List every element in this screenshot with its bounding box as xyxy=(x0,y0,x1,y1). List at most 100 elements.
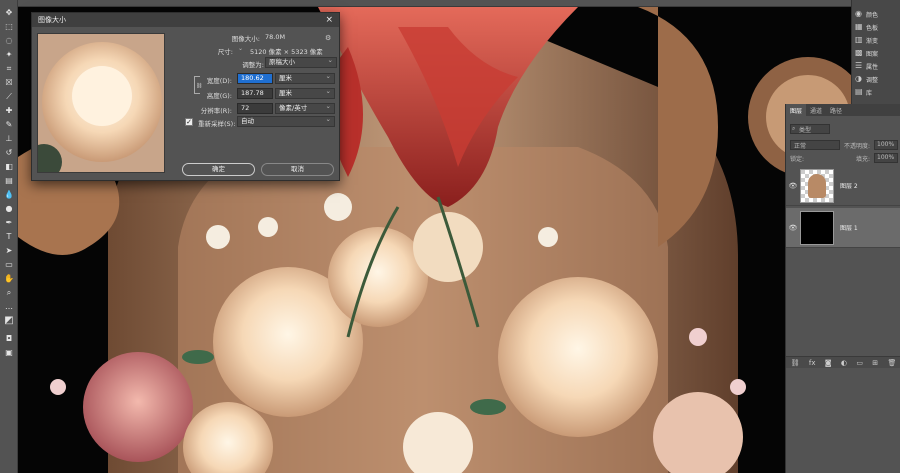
healing-brush-tool-icon[interactable]: ✚ xyxy=(3,106,15,116)
history-brush-tool-icon[interactable]: ↺ xyxy=(3,148,15,158)
layer-name[interactable]: 图层 1 xyxy=(840,223,858,232)
layers-panel: 图层 通道 路径 ⌕ 类型 正常 不透明度: 100% 锁定: 填充: 100%… xyxy=(785,104,900,473)
dodge-tool-icon[interactable]: ● xyxy=(3,204,15,214)
dimensions-value: 5120 像素 × 5323 像素 xyxy=(250,48,323,56)
image-size-label: 图像大小: xyxy=(231,35,260,43)
layer-filter-select[interactable]: ⌕ 类型 xyxy=(790,124,830,134)
ok-button[interactable]: 确定 xyxy=(182,163,255,176)
resample-select[interactable]: 自动 xyxy=(237,115,335,127)
panel-item-0[interactable]: ◉ 颜色 xyxy=(855,8,899,20)
palette-icon: ◉ xyxy=(855,9,862,18)
adjust-icon: ◑ xyxy=(855,74,862,83)
tools-panel: ✥ ⬚ ◌ ✦ ⌗ ☒ ⟋ ✚ ✎ ⊥ ↺ ◧ ▤ 💧 ● ✒ T ➤ ▭ ✋ … xyxy=(0,0,18,473)
library-icon: ▤ xyxy=(855,87,863,96)
height-label: 高度(G): xyxy=(206,92,232,100)
lasso-tool-icon[interactable]: ◌ xyxy=(3,36,15,46)
more-tools-icon[interactable]: … xyxy=(3,302,15,312)
thumbnail-artwork xyxy=(808,173,826,198)
image-preview[interactable] xyxy=(37,33,165,173)
resolution-unit-select[interactable]: 像素/英寸 xyxy=(275,102,335,114)
width-input[interactable]: 180.62 xyxy=(237,73,273,84)
panel-item-1[interactable]: ▦ 色板 xyxy=(855,21,899,33)
panel-item-label: 属性 xyxy=(866,63,879,71)
layer-thumbnail xyxy=(800,168,834,203)
tab-layers[interactable]: 图层 xyxy=(786,104,807,116)
panel-item-5[interactable]: ◑ 调整 xyxy=(855,73,899,85)
dimensions-label: 尺寸: xyxy=(217,48,233,56)
height-input[interactable]: 187.78 xyxy=(237,88,273,99)
screen-mode-icon[interactable]: ▣ xyxy=(3,348,15,358)
foreground-background-color-icon[interactable]: ◩ xyxy=(3,316,15,326)
right-panel-items: ◉ 颜色 ▦ 色板 ▥ 渐变 ▩ 图案 ☰ 属性 ◑ 调整 ▤ 库 xyxy=(851,0,900,104)
brush-tool-icon[interactable]: ✎ xyxy=(3,120,15,130)
opacity-input[interactable]: 100% xyxy=(874,140,898,150)
dimensions-chevron-icon[interactable]: ⌄ xyxy=(238,45,243,52)
zoom-tool-icon[interactable]: ⌕ xyxy=(3,288,15,298)
properties-icon: ☰ xyxy=(855,61,863,70)
magic-wand-tool-icon[interactable]: ✦ xyxy=(3,50,15,60)
cancel-button[interactable]: 取消 xyxy=(261,163,334,176)
new-layer-icon[interactable]: ⊞ xyxy=(872,359,878,367)
pen-tool-icon[interactable]: ✒ xyxy=(3,218,15,228)
layer-filter-label: 类型 xyxy=(799,127,812,134)
delete-layer-icon[interactable]: 🗑 xyxy=(887,359,896,367)
frame-tool-icon[interactable]: ☒ xyxy=(3,78,15,88)
image-size-value: 78.0M xyxy=(265,33,286,41)
close-icon[interactable]: × xyxy=(325,15,333,25)
resample-checkbox[interactable]: ✓ xyxy=(185,118,193,126)
layer-style-icon[interactable]: fx xyxy=(809,359,816,367)
adjustment-layer-icon[interactable]: ◐ xyxy=(841,359,847,367)
filter-search-icon: ⌕ xyxy=(792,125,796,132)
height-unit-select[interactable]: 厘米 xyxy=(275,87,335,99)
panel-item-label: 色板 xyxy=(866,24,879,32)
width-unit-select[interactable]: 厘米 xyxy=(275,72,335,84)
panel-item-6[interactable]: ▤ 库 xyxy=(855,86,899,98)
preview-image xyxy=(38,34,164,172)
resolution-input[interactable]: 72 xyxy=(237,103,273,114)
crop-tool-icon[interactable]: ⌗ xyxy=(3,64,15,74)
panel-item-label: 库 xyxy=(866,89,873,97)
layer-row-1[interactable]: 👁 图层 1 xyxy=(786,208,900,248)
layers-panel-footer: ⛓ fx ◙ ◐ ▭ ⊞ 🗑 xyxy=(786,356,900,368)
panel-item-4[interactable]: ☰ 属性 xyxy=(855,60,899,72)
layer-name[interactable]: 图层 2 xyxy=(840,181,858,190)
quick-mask-icon[interactable]: ◘ xyxy=(3,334,15,344)
resample-label: 重新采样(S): xyxy=(198,120,236,128)
rectangle-tool-icon[interactable]: ▭ xyxy=(3,260,15,270)
top-ruler xyxy=(18,0,851,7)
fit-to-label: 调整为: xyxy=(242,61,264,69)
panel-item-3[interactable]: ▩ 图案 xyxy=(855,47,899,59)
blur-tool-icon[interactable]: 💧 xyxy=(3,190,15,200)
panel-item-2[interactable]: ▥ 渐变 xyxy=(855,34,899,46)
tab-paths[interactable]: 路径 xyxy=(826,104,846,116)
tab-channels[interactable]: 通道 xyxy=(806,104,826,116)
type-tool-icon[interactable]: T xyxy=(3,232,15,242)
layer-thumbnail xyxy=(800,210,834,245)
panel-item-label: 颜色 xyxy=(866,11,879,19)
fill-input[interactable]: 100% xyxy=(874,153,898,163)
fill-label: 填充: xyxy=(856,156,871,163)
resolution-label: 分辨率(R): xyxy=(200,107,232,115)
clone-stamp-tool-icon[interactable]: ⊥ xyxy=(3,134,15,144)
width-label: 宽度(D): xyxy=(206,77,232,85)
settings-gear-icon[interactable]: ⚙ xyxy=(325,34,331,42)
layer-row-2[interactable]: 👁 图层 2 xyxy=(786,166,900,206)
path-selection-tool-icon[interactable]: ➤ xyxy=(3,246,15,256)
visibility-eye-icon[interactable]: 👁 xyxy=(786,182,800,190)
eyedropper-tool-icon[interactable]: ⟋ xyxy=(3,92,15,102)
image-size-dialog: 图像大小 × ⚙ 图像大小: 78.0M 尺寸: ⌄ 5120 像素 × 532… xyxy=(31,12,340,181)
opacity-label: 不透明度: xyxy=(844,143,871,150)
blend-mode-select[interactable]: 正常 xyxy=(790,140,840,150)
panel-item-label: 图案 xyxy=(866,50,879,58)
link-layers-icon[interactable]: ⛓ xyxy=(791,359,800,367)
fit-to-select[interactable]: 原稿大小 xyxy=(265,56,337,68)
marquee-tool-icon[interactable]: ⬚ xyxy=(3,22,15,32)
eraser-tool-icon[interactable]: ◧ xyxy=(3,162,15,172)
move-tool-icon[interactable]: ✥ xyxy=(3,8,15,18)
lock-label: 锁定: xyxy=(790,156,805,163)
add-mask-icon[interactable]: ◙ xyxy=(825,359,832,367)
gradient-tool-icon[interactable]: ▤ xyxy=(3,176,15,186)
new-group-icon[interactable]: ▭ xyxy=(856,359,863,367)
visibility-eye-icon[interactable]: 👁 xyxy=(786,224,800,232)
hand-tool-icon[interactable]: ✋ xyxy=(3,274,15,284)
